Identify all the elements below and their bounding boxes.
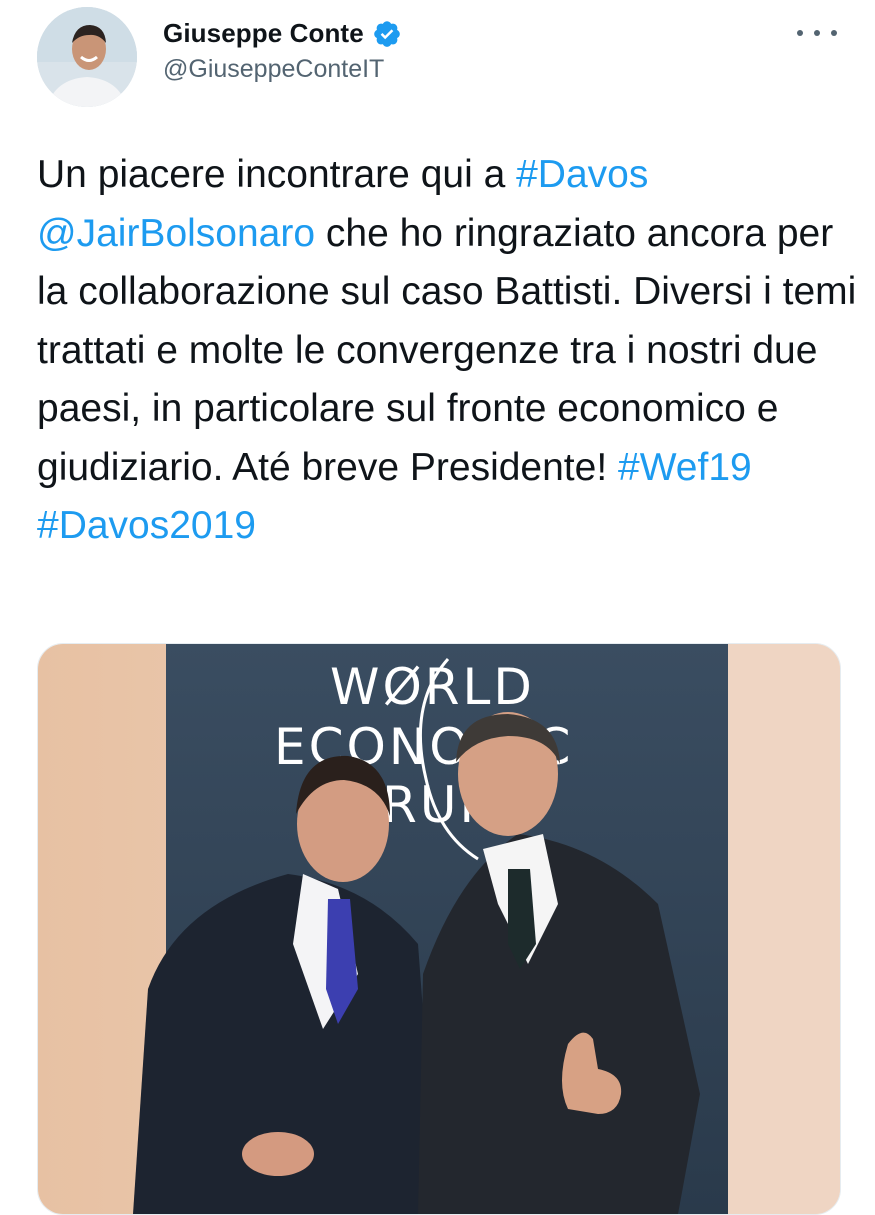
tweet-photo[interactable]: WØRLD ECONOMIC FORUM [37,643,841,1215]
display-name-text: Giuseppe Conte [163,18,364,48]
hashtag-link[interactable]: #Davos2019 [37,504,256,547]
backdrop-line-1: WØRLD [330,658,535,716]
hashtag-link[interactable]: #Davos [516,153,648,196]
avatar-photo [37,7,137,107]
mention-link[interactable]: @JairBolsonaro [37,212,315,255]
tweet-text: Un piacere incontrare qui a #Davos @Jair… [37,146,857,556]
avatar[interactable] [37,7,137,107]
verified-badge-icon [373,20,400,47]
more-dot [814,30,820,36]
user-handle[interactable]: @GiuseppeConteIT [163,55,402,84]
more-horizontal-icon[interactable] [797,20,837,46]
tweet-header: Giuseppe Conte @GiuseppeConteIT [0,0,875,120]
tweet-text-segment: Un piacere incontrare qui a [37,153,517,196]
display-name[interactable]: Giuseppe Conte [163,18,402,49]
hashtag-link[interactable]: #Wef19 [618,446,752,489]
more-dot [831,30,837,36]
photo-scene: WØRLD ECONOMIC FORUM [38,644,840,1214]
more-dot [797,30,803,36]
person-left-hand [242,1132,314,1176]
